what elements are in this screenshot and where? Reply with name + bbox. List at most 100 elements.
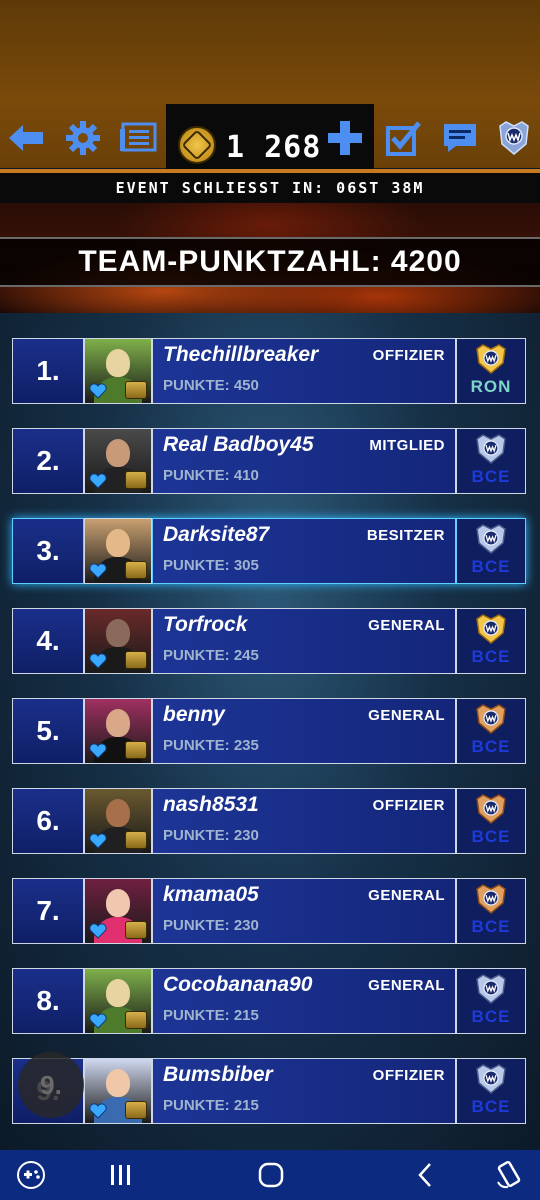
leaderboard-row[interactable]: 2. Real Badboy45 MITGLIED PUNKTE: 410 BC… (12, 428, 526, 494)
wwe-crest-icon[interactable] (492, 116, 536, 160)
belt-icon (125, 1011, 147, 1029)
player-role: OFFIZIER (372, 1067, 445, 1084)
player-avatar[interactable] (84, 788, 152, 854)
player-role: GENERAL (368, 887, 445, 904)
badge-label: BCE (471, 827, 511, 846)
player-points: PUNKTE: 230 (163, 827, 259, 844)
system-navbar (0, 1150, 540, 1200)
coin-balance: 1 268 (226, 130, 322, 165)
player-points: PUNKTE: 245 (163, 647, 259, 664)
player-info: Cocobanana90 GENERAL PUNKTE: 215 (152, 968, 456, 1034)
player-info: Thechillbreaker OFFIZIER PUNKTE: 450 (152, 338, 456, 404)
belt-icon (125, 741, 147, 759)
back-arrow-icon[interactable] (6, 116, 46, 160)
heart-icon (89, 923, 107, 939)
leaderboard-row[interactable]: 7. kmama05 GENERAL PUNKTE: 230 BCE (12, 878, 526, 944)
player-role: OFFIZIER (372, 797, 445, 814)
team-badge[interactable]: BCE (456, 698, 526, 764)
rank-number: 3. (12, 518, 84, 584)
team-badge[interactable]: BCE (456, 518, 526, 584)
team-badge[interactable]: RON (456, 338, 526, 404)
heart-icon (89, 473, 107, 489)
heart-icon (89, 1013, 107, 1029)
home-icon[interactable] (254, 1158, 288, 1192)
player-avatar[interactable] (84, 968, 152, 1034)
player-name: Bumsbiber (163, 1063, 273, 1086)
player-role: OFFIZIER (372, 347, 445, 364)
player-avatar[interactable] (84, 518, 152, 584)
player-info: Darksite87 BESITZER PUNKTE: 305 (152, 518, 456, 584)
checklist-icon[interactable] (384, 116, 424, 160)
team-badge[interactable]: BCE (456, 968, 526, 1034)
rank-number: 7. (12, 878, 84, 944)
wwe-trophy-icon (476, 884, 506, 914)
player-avatar[interactable] (84, 1058, 152, 1124)
player-name: Darksite87 (163, 523, 270, 546)
badge-label: BCE (471, 467, 511, 486)
game-controller-icon[interactable] (14, 1158, 48, 1192)
player-name: nash8531 (163, 793, 259, 816)
player-points: PUNKTE: 215 (163, 1097, 259, 1114)
belt-icon (125, 651, 147, 669)
belt-icon (125, 471, 147, 489)
chat-icon[interactable] (440, 116, 480, 160)
player-points: PUNKTE: 450 (163, 377, 259, 394)
wwe-trophy-icon (476, 614, 506, 644)
badge-label: BCE (471, 1007, 511, 1026)
heart-icon (89, 743, 107, 759)
badge-label: RON (470, 377, 512, 396)
news-icon[interactable] (118, 116, 158, 160)
leaderboard-row[interactable]: 3. Darksite87 BESITZER PUNKTE: 305 BCE (12, 518, 526, 584)
team-badge[interactable]: BCE (456, 608, 526, 674)
leaderboard-row[interactable]: 4. Torfrock GENERAL PUNKTE: 245 BCE (12, 608, 526, 674)
wwe-trophy-icon (476, 704, 506, 734)
plus-icon[interactable] (324, 116, 366, 160)
back-icon[interactable] (408, 1158, 442, 1192)
team-banner: TEAM-PUNKTZAHL: 4200 (0, 203, 540, 313)
player-name: Cocobanana90 (163, 973, 313, 996)
team-badge[interactable]: BCE (456, 1058, 526, 1124)
rank-number: 5. (12, 698, 84, 764)
player-avatar[interactable] (84, 608, 152, 674)
floating-rank-button[interactable]: 9. (18, 1052, 84, 1118)
rank-number: 2. (12, 428, 84, 494)
player-points: PUNKTE: 230 (163, 917, 259, 934)
heart-icon (89, 833, 107, 849)
recents-icon[interactable] (104, 1158, 138, 1192)
wwe-trophy-icon (476, 794, 506, 824)
event-timer: EVENT SCHLIESST IN: 06ST 38M (0, 173, 540, 203)
team-badge[interactable]: BCE (456, 878, 526, 944)
badge-label: BCE (471, 1097, 511, 1116)
belt-icon (125, 381, 147, 399)
wwe-trophy-icon (476, 434, 506, 464)
leaderboard-row[interactable]: 5. benny GENERAL PUNKTE: 235 BCE (12, 698, 526, 764)
wwe-trophy-icon (476, 344, 506, 374)
player-info: benny GENERAL PUNKTE: 235 (152, 698, 456, 764)
badge-label: BCE (471, 917, 511, 936)
player-name: Real Badboy45 (163, 433, 314, 456)
player-name: Torfrock (163, 613, 248, 636)
player-avatar[interactable] (84, 338, 152, 404)
player-avatar[interactable] (84, 428, 152, 494)
player-avatar[interactable] (84, 698, 152, 764)
leaderboard-row[interactable]: 6. nash8531 OFFIZIER PUNKTE: 230 BCE (12, 788, 526, 854)
leaderboard-row[interactable]: 9. Bumsbiber OFFIZIER PUNKTE: 215 BCE (12, 1058, 526, 1124)
belt-icon (125, 561, 147, 579)
rank-number: 8. (12, 968, 84, 1034)
belt-icon (125, 1101, 147, 1119)
heart-icon (89, 383, 107, 399)
coin-icon (178, 126, 216, 164)
wwe-trophy-icon (476, 974, 506, 1004)
belt-icon (125, 921, 147, 939)
gear-icon[interactable] (64, 116, 102, 160)
leaderboard-row[interactable]: 1. Thechillbreaker OFFIZIER PUNKTE: 450 … (12, 338, 526, 404)
player-avatar[interactable] (84, 878, 152, 944)
team-badge[interactable]: BCE (456, 428, 526, 494)
player-points: PUNKTE: 305 (163, 557, 259, 574)
screen-rotate-icon[interactable] (492, 1158, 526, 1192)
team-badge[interactable]: BCE (456, 788, 526, 854)
player-info: nash8531 OFFIZIER PUNKTE: 230 (152, 788, 456, 854)
rank-number: 4. (12, 608, 84, 674)
leaderboard-row[interactable]: 8. Cocobanana90 GENERAL PUNKTE: 215 BCE (12, 968, 526, 1034)
player-points: PUNKTE: 215 (163, 1007, 259, 1024)
